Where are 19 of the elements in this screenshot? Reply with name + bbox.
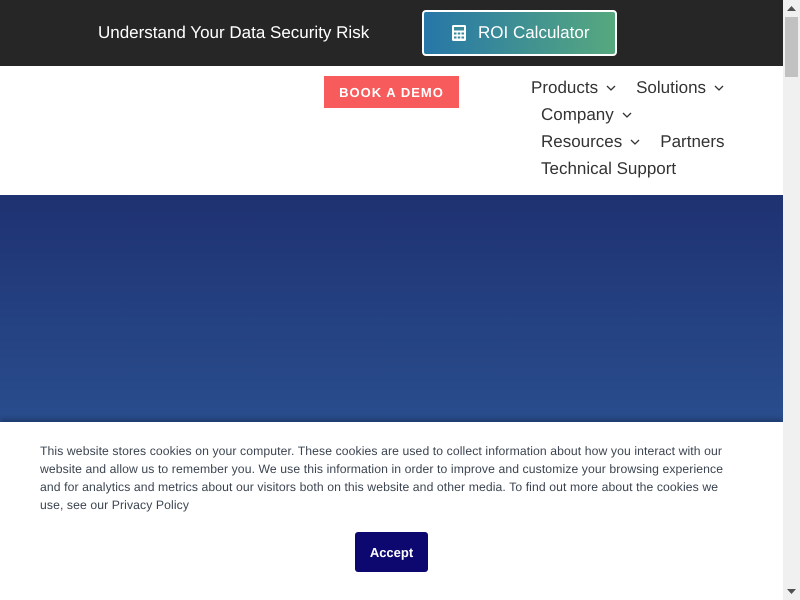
chevron-down-icon xyxy=(714,85,724,91)
chevron-down-icon xyxy=(630,139,640,145)
chevron-down-icon xyxy=(622,112,632,118)
nav-link[interactable]: Company xyxy=(541,105,632,125)
nav-link[interactable]: Products xyxy=(531,78,616,98)
accept-button[interactable]: Accept xyxy=(355,532,428,572)
scroll-thumb[interactable] xyxy=(785,17,798,77)
chevron-down-icon xyxy=(606,85,616,91)
roi-calculator-button[interactable]: ROI Calculator xyxy=(422,10,617,56)
nav-link[interactable]: Partners xyxy=(660,132,725,152)
nav-link[interactable]: Resources xyxy=(541,132,640,152)
scroll-down-icon[interactable] xyxy=(787,589,796,594)
nav-link[interactable]: Solutions xyxy=(636,78,724,98)
promo-text: Understand Your Data Security Risk xyxy=(98,23,370,43)
nav-link[interactable]: Technical Support xyxy=(541,159,676,179)
scrollbar[interactable] xyxy=(783,0,800,600)
cookie-notice-text: This website stores cookies on your computer. These cookies are used to collect information about how you interact with our website and allow us to remember you. We use this information in order to improve and customize your browsing experience and for analytics and metrics about our visitors both on this website and other media. To find out more about the cookies we use, see our Privacy Policy xyxy=(40,443,724,514)
scroll-up-icon[interactable] xyxy=(787,6,796,11)
calculator-icon xyxy=(452,25,466,41)
